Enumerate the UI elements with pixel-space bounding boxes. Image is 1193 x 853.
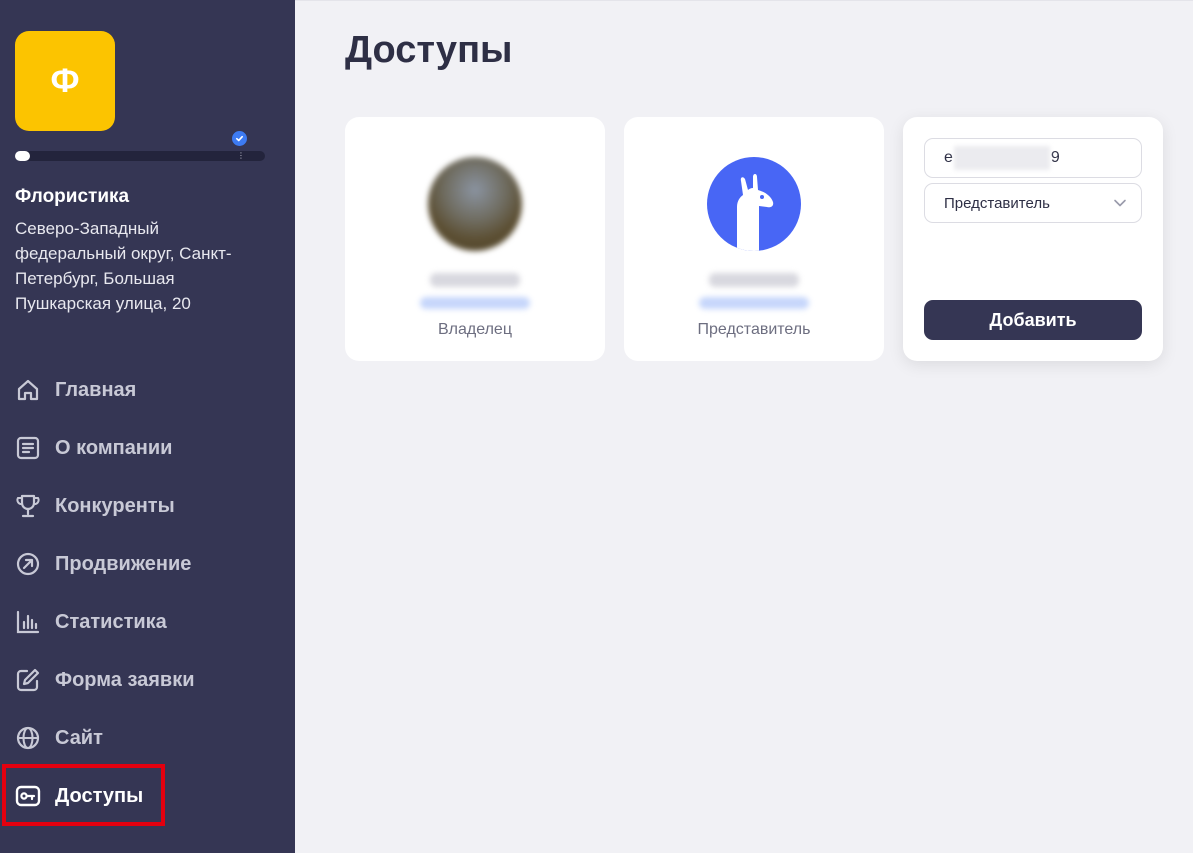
check-badge-icon	[232, 131, 247, 146]
sidebar-item-home[interactable]: Главная	[0, 361, 295, 419]
company-logo[interactable]: Ф	[15, 31, 115, 131]
bar-chart-icon	[15, 609, 41, 635]
sidebar: Ф ⋮ Флористика Северо-Западный федеральн…	[0, 0, 295, 853]
trophy-icon	[15, 493, 41, 519]
role-select[interactable]: Представитель	[924, 183, 1142, 223]
redacted-email	[420, 297, 530, 309]
role-select-value: Представитель	[944, 194, 1050, 212]
sidebar-item-label: Главная	[55, 378, 137, 401]
company-address: Северо-Западный федеральный округ, Санкт…	[15, 219, 232, 313]
sidebar-item-competitors[interactable]: Конкуренты	[0, 477, 295, 535]
arrow-circle-icon	[15, 551, 41, 577]
globe-icon	[15, 725, 41, 751]
access-card-representative: Представитель	[624, 117, 884, 361]
email-prefix: e	[944, 149, 953, 166]
sidebar-item-promotion[interactable]: Продвижение	[0, 535, 295, 593]
progress-menu-icon: ⋮	[237, 151, 245, 160]
sidebar-item-about[interactable]: О компании	[0, 419, 295, 477]
edit-icon	[15, 667, 41, 693]
profile-progress-bar[interactable]: ⋮	[15, 151, 265, 161]
home-icon	[15, 377, 41, 403]
email-suffix: 9	[1050, 149, 1060, 166]
sidebar-item-label: О компании	[55, 436, 173, 459]
profile-progress-fill	[15, 151, 30, 161]
sidebar-item-label: Статистика	[55, 610, 167, 633]
company-name: Флористика	[15, 186, 130, 207]
document-icon	[15, 435, 41, 461]
add-button[interactable]: Добавить	[924, 300, 1142, 340]
access-card-owner: Владелец	[345, 117, 605, 361]
role-label: Владелец	[437, 321, 512, 338]
active-item-highlight	[2, 764, 165, 826]
logo-letter: Ф	[50, 61, 80, 100]
redacted-email	[953, 146, 1050, 170]
redacted-name	[430, 273, 520, 287]
llama-icon	[707, 157, 801, 251]
sidebar-item-label: Форма заявки	[55, 668, 195, 691]
sidebar-item-label: Продвижение	[55, 552, 192, 575]
chevron-down-icon	[1113, 196, 1127, 214]
main-content: Доступы Владелец Представитель e 9 Предс…	[295, 0, 1193, 853]
add-access-card: e 9 Представитель Добавить	[903, 117, 1163, 361]
sidebar-item-label: Конкуренты	[55, 494, 175, 517]
redacted-name	[709, 273, 799, 287]
page-title: Доступы	[345, 29, 513, 71]
role-label: Представитель	[697, 321, 811, 338]
avatar	[428, 157, 522, 251]
sidebar-nav: Главная О компании Конкуренты Продвижени…	[0, 361, 295, 825]
sidebar-item-statistics[interactable]: Статистика	[0, 593, 295, 651]
email-field[interactable]: e 9	[924, 138, 1142, 178]
sidebar-item-request-form[interactable]: Форма заявки	[0, 651, 295, 709]
sidebar-item-site[interactable]: Сайт	[0, 709, 295, 767]
redacted-email	[699, 297, 809, 309]
sidebar-item-label: Сайт	[55, 726, 103, 749]
